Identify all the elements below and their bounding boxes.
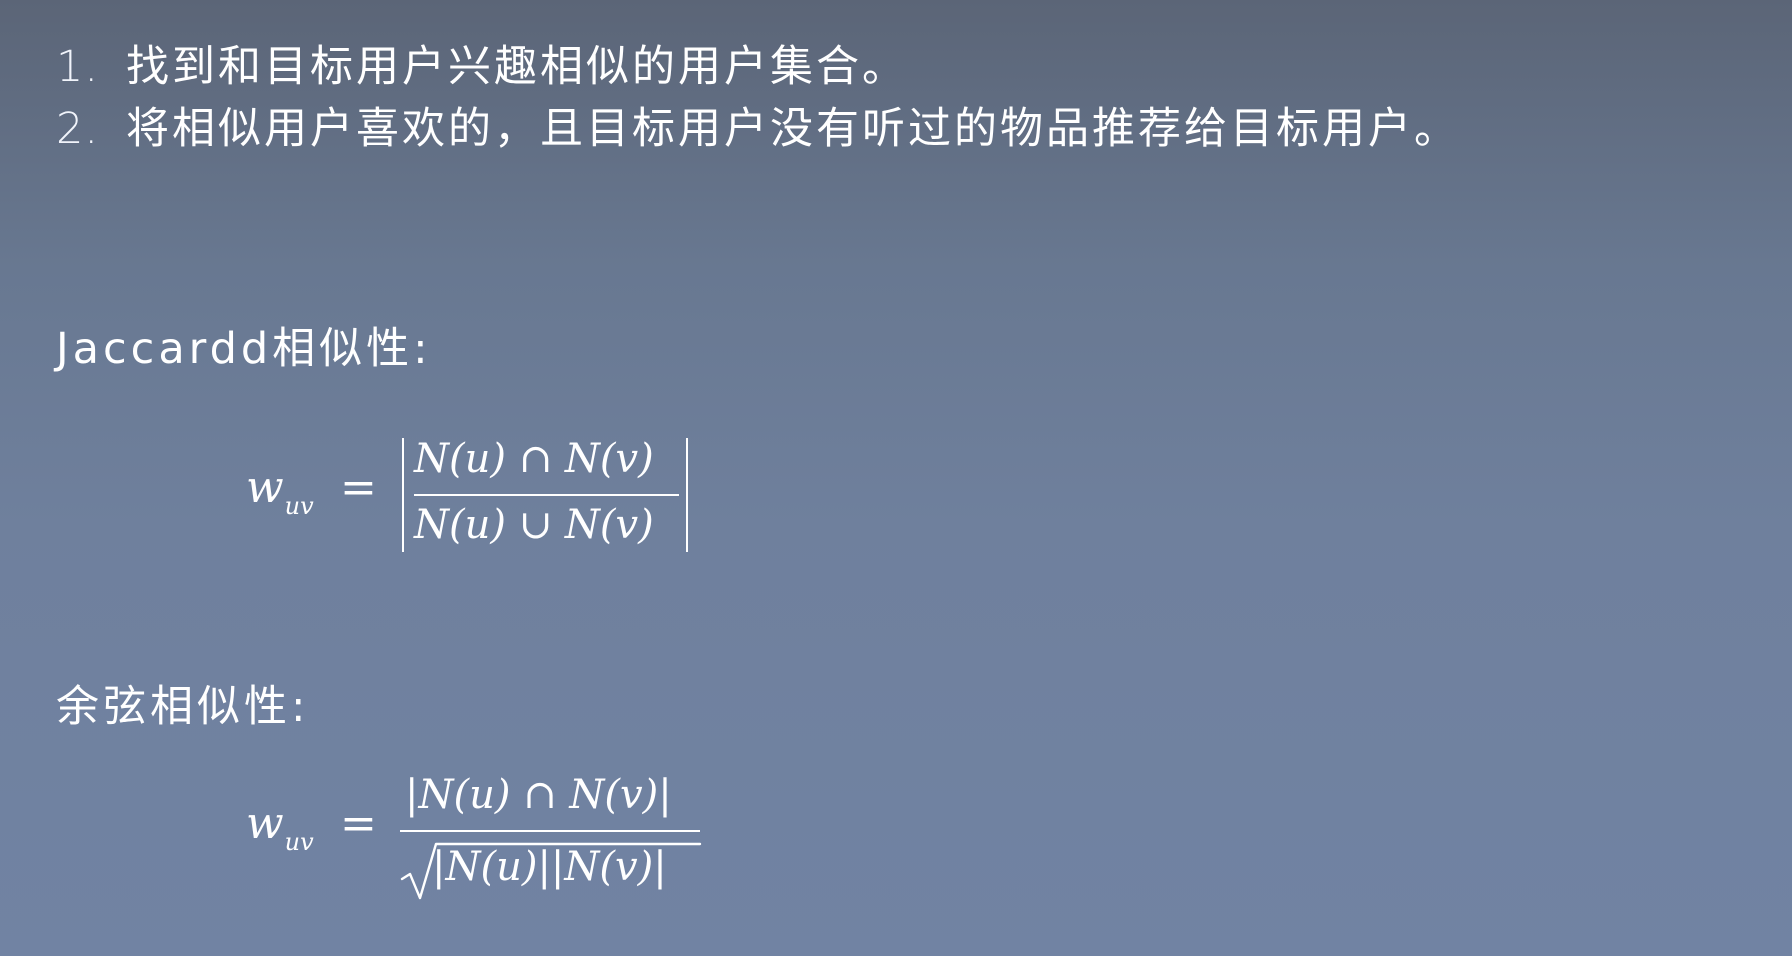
fraction-bar bbox=[400, 830, 700, 832]
step-text: 将相似用户喜欢的，且目标用户没有听过的物品推荐给目标用户。 bbox=[126, 104, 1460, 154]
equals-sign: = bbox=[340, 798, 377, 849]
step-number: 2. bbox=[56, 104, 100, 154]
weight-symbol: w bbox=[246, 462, 284, 513]
step-item: 1. 找到和目标用户兴趣相似的用户集合。 bbox=[56, 36, 1460, 98]
step-item: 2. 将相似用户喜欢的，且目标用户没有听过的物品推荐给目标用户。 bbox=[56, 98, 1460, 160]
steps-list: 1. 找到和目标用户兴趣相似的用户集合。 2. 将相似用户喜欢的，且目标用户没有… bbox=[56, 36, 1460, 160]
weight-subscript: uv bbox=[284, 492, 314, 520]
cosine-formula: wuv = |N(u) ∩ N(v)| |N(u)||N(v)| bbox=[246, 768, 716, 904]
weight-subscript: uv bbox=[284, 828, 314, 856]
fraction-bar bbox=[414, 494, 679, 496]
slide-content: 1. 找到和目标用户兴趣相似的用户集合。 2. 将相似用户喜欢的，且目标用户没有… bbox=[0, 0, 1792, 956]
jaccard-denominator: N(u) ∪ N(v) bbox=[414, 502, 654, 548]
jaccard-numerator: N(u) ∩ N(v) bbox=[414, 436, 654, 482]
equals-sign: = bbox=[340, 462, 377, 513]
formula-lhs: wuv bbox=[246, 462, 314, 520]
step-number: 1. bbox=[56, 42, 100, 92]
absolute-value-left-bar bbox=[402, 438, 404, 552]
jaccard-heading: Jaccardd相似性: bbox=[56, 324, 432, 374]
cosine-numerator: |N(u) ∩ N(v)| bbox=[405, 772, 672, 818]
jaccard-formula: wuv = N(u) ∩ N(v) N(u) ∪ N(v) bbox=[246, 432, 716, 558]
cosine-denominator: |N(u)||N(v)| bbox=[432, 844, 667, 890]
cosine-heading: 余弦相似性: bbox=[56, 682, 310, 732]
formula-lhs: wuv bbox=[246, 798, 314, 856]
weight-symbol: w bbox=[246, 798, 284, 849]
absolute-value-right-bar bbox=[686, 438, 688, 552]
step-text: 找到和目标用户兴趣相似的用户集合。 bbox=[126, 42, 908, 92]
